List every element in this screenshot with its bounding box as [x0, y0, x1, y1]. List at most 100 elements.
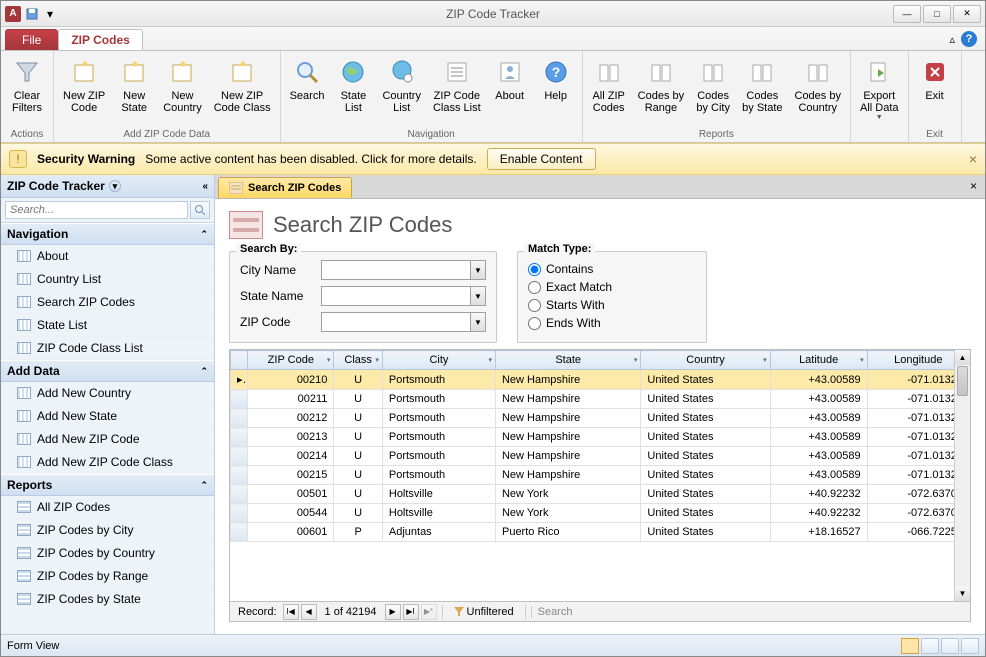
- navpane-collapse-icon[interactable]: «: [202, 181, 208, 192]
- help-button[interactable]: ?Help: [534, 53, 578, 128]
- nav-item[interactable]: Add New Country: [1, 382, 214, 405]
- row-selector-header[interactable]: [231, 351, 248, 370]
- report-range-button[interactable]: Codes by Range: [633, 53, 689, 128]
- city-name-dropdown[interactable]: ▼: [470, 260, 486, 280]
- security-close-icon[interactable]: ×: [969, 151, 977, 167]
- navpane-search-input[interactable]: [5, 201, 188, 219]
- table-row[interactable]: ▸00210UPortsmouthNew HampshireUnited Sta…: [231, 370, 970, 390]
- about-button[interactable]: About: [488, 53, 532, 128]
- datasheet-view-button[interactable]: [921, 638, 939, 654]
- nav-item[interactable]: State List: [1, 314, 214, 337]
- nav-item[interactable]: Add New ZIP Code: [1, 428, 214, 451]
- tab-zipcodes[interactable]: ZIP Codes: [58, 29, 142, 50]
- column-header[interactable]: Country▾: [641, 351, 770, 370]
- recnav-search[interactable]: Search: [531, 606, 579, 618]
- nav-item[interactable]: ZIP Codes by State: [1, 588, 214, 611]
- recnav-prev-button[interactable]: ◀: [301, 604, 317, 620]
- column-header[interactable]: City▾: [382, 351, 495, 370]
- vertical-scrollbar[interactable]: ▲▼: [954, 350, 970, 601]
- navpane-header[interactable]: ZIP Code Tracker ▾ «: [1, 175, 214, 198]
- nav-item[interactable]: Search ZIP Codes: [1, 291, 214, 314]
- table-row[interactable]: 00544UHoltsvilleNew YorkUnited States+40…: [231, 504, 970, 523]
- row-selector[interactable]: [231, 447, 248, 466]
- doc-tab-search[interactable]: Search ZIP Codes: [218, 177, 352, 198]
- recnav-new-button[interactable]: ▶*: [421, 604, 437, 620]
- radio-starts[interactable]: Starts With: [528, 296, 696, 314]
- navsection-reports[interactable]: Reports⌃: [1, 474, 214, 496]
- navpane-search-button[interactable]: [190, 201, 210, 219]
- form-view-button[interactable]: [901, 638, 919, 654]
- design-view-button[interactable]: [961, 638, 979, 654]
- row-selector[interactable]: [231, 409, 248, 428]
- row-selector[interactable]: ▸: [231, 370, 248, 390]
- exit-button[interactable]: Exit: [913, 53, 957, 128]
- recnav-last-button[interactable]: ▶I: [403, 604, 419, 620]
- minimize-ribbon-icon[interactable]: ▵: [949, 33, 955, 46]
- qat-save-icon[interactable]: [25, 7, 39, 21]
- class-list-button[interactable]: ZIP Code Class List: [428, 53, 486, 128]
- column-header[interactable]: Class▾: [334, 351, 382, 370]
- report-city-button[interactable]: Codes by City: [691, 53, 735, 128]
- column-header[interactable]: Latitude▾: [770, 351, 867, 370]
- new-country-button[interactable]: New Country: [158, 53, 207, 128]
- column-header[interactable]: State▾: [495, 351, 640, 370]
- row-selector[interactable]: [231, 523, 248, 542]
- row-selector[interactable]: [231, 466, 248, 485]
- layout-view-button[interactable]: [941, 638, 959, 654]
- nav-item[interactable]: Add New State: [1, 405, 214, 428]
- state-list-button[interactable]: State List: [331, 53, 375, 128]
- search-button[interactable]: Search: [285, 53, 330, 128]
- state-name-dropdown[interactable]: ▼: [470, 286, 486, 306]
- report-state-button[interactable]: Codes by State: [737, 53, 787, 128]
- maximize-button[interactable]: □: [923, 5, 951, 23]
- help-icon[interactable]: ?: [961, 31, 977, 47]
- zip-code-dropdown[interactable]: ▼: [470, 312, 486, 332]
- qat-dropdown-icon[interactable]: ▾: [43, 7, 57, 21]
- nav-item[interactable]: About: [1, 245, 214, 268]
- enable-content-button[interactable]: Enable Content: [487, 148, 596, 170]
- country-list-button[interactable]: Country List: [377, 53, 426, 128]
- recnav-next-button[interactable]: ▶: [385, 604, 401, 620]
- zip-code-input[interactable]: [321, 312, 470, 332]
- table-row[interactable]: 00601PAdjuntasPuerto RicoUnited States+1…: [231, 523, 970, 542]
- report-all-button[interactable]: All ZIP Codes: [587, 53, 631, 128]
- navpane-dropdown-icon[interactable]: ▾: [109, 180, 121, 192]
- state-name-input[interactable]: [321, 286, 470, 306]
- new-class-button[interactable]: New ZIP Code Class: [209, 53, 276, 128]
- clear-filters-button[interactable]: Clear Filters: [5, 53, 49, 128]
- export-all-button[interactable]: Export All Data▼: [855, 53, 904, 128]
- nav-item[interactable]: Add New ZIP Code Class: [1, 451, 214, 474]
- nav-item[interactable]: ZIP Codes by Country: [1, 542, 214, 565]
- city-name-input[interactable]: [321, 260, 470, 280]
- new-state-button[interactable]: New State: [112, 53, 156, 128]
- table-row[interactable]: 00212UPortsmouthNew HampshireUnited Stat…: [231, 409, 970, 428]
- radio-exact[interactable]: Exact Match: [528, 278, 696, 296]
- nav-item[interactable]: ZIP Codes by Range: [1, 565, 214, 588]
- nav-item[interactable]: Country List: [1, 268, 214, 291]
- tab-file[interactable]: File: [5, 29, 58, 50]
- table-row[interactable]: 00501UHoltsvilleNew YorkUnited States+40…: [231, 485, 970, 504]
- row-selector[interactable]: [231, 428, 248, 447]
- navsection-adddata[interactable]: Add Data⌃: [1, 360, 214, 382]
- table-row[interactable]: 00211UPortsmouthNew HampshireUnited Stat…: [231, 390, 970, 409]
- nav-item[interactable]: All ZIP Codes: [1, 496, 214, 519]
- recnav-first-button[interactable]: I◀: [283, 604, 299, 620]
- table-row[interactable]: 00214UPortsmouthNew HampshireUnited Stat…: [231, 447, 970, 466]
- doc-close-icon[interactable]: ×: [962, 175, 985, 198]
- nav-item[interactable]: ZIP Code Class List: [1, 337, 214, 360]
- table-row[interactable]: 00213UPortsmouthNew HampshireUnited Stat…: [231, 428, 970, 447]
- radio-contains[interactable]: Contains: [528, 260, 696, 278]
- row-selector[interactable]: [231, 390, 248, 409]
- report-country-button[interactable]: Codes by Country: [790, 53, 846, 128]
- minimize-button[interactable]: —: [893, 5, 921, 23]
- column-header[interactable]: ZIP Code▾: [248, 351, 334, 370]
- navsection-navigation[interactable]: Navigation⌃: [1, 223, 214, 245]
- new-zip-button[interactable]: New ZIP Code: [58, 53, 110, 128]
- close-button[interactable]: ✕: [953, 5, 981, 23]
- nav-item[interactable]: ZIP Codes by City: [1, 519, 214, 542]
- radio-ends[interactable]: Ends With: [528, 314, 696, 332]
- row-selector[interactable]: [231, 485, 248, 504]
- table-row[interactable]: 00215UPortsmouthNew HampshireUnited Stat…: [231, 466, 970, 485]
- recnav-filter[interactable]: Unfiltered: [448, 606, 520, 618]
- row-selector[interactable]: [231, 504, 248, 523]
